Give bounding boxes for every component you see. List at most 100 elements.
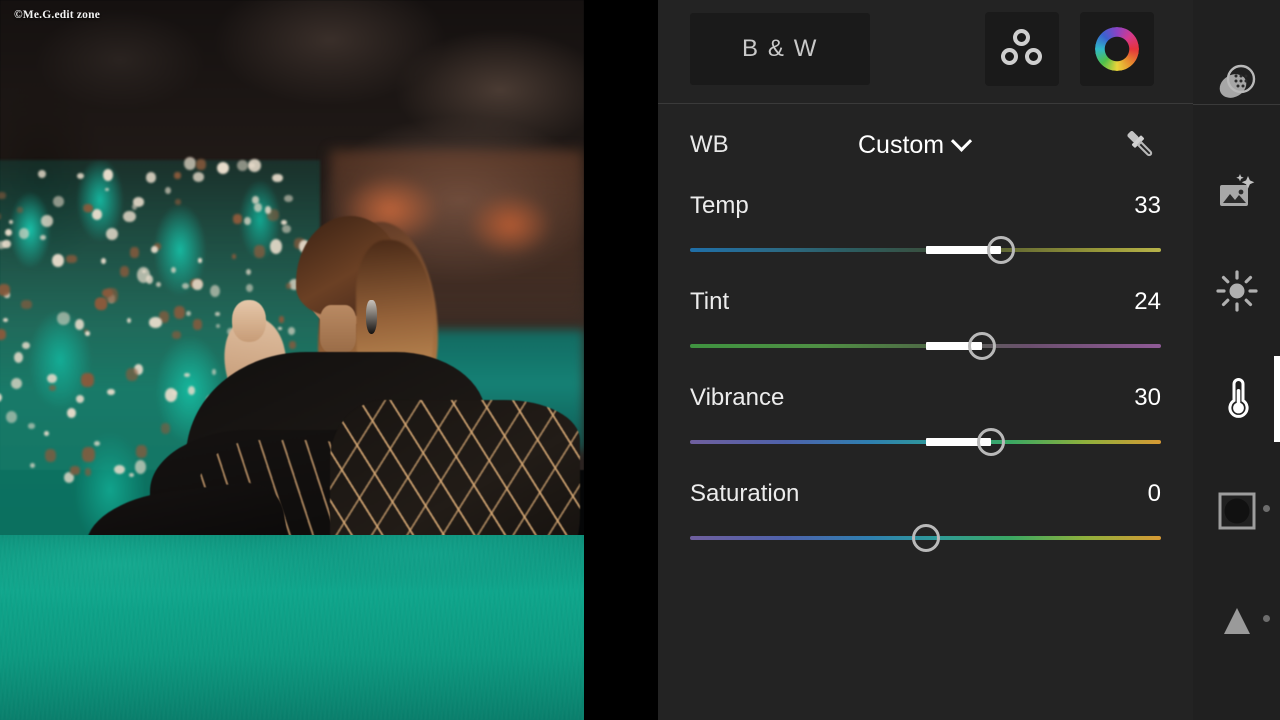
photo-dried-bud: [193, 319, 203, 330]
photo-flower-bud: [0, 241, 7, 250]
photo-flower-bud: [128, 472, 135, 478]
photo-flower-bud: [93, 440, 100, 446]
presets-circle-left: [1001, 48, 1018, 65]
slider-knob[interactable]: [986, 236, 1015, 264]
slider-saturation: Saturation 0: [690, 474, 1161, 570]
photo-dried-bud: [278, 316, 285, 323]
photo-flower-bud: [75, 394, 84, 403]
photo-dried-bud: [81, 373, 94, 388]
photo-flower-bud: [52, 253, 64, 267]
photo-dried-bud: [253, 245, 266, 258]
slider-knob[interactable]: [911, 524, 940, 552]
slider-track[interactable]: [690, 428, 1161, 456]
photo-flower-bud: [91, 208, 103, 220]
slider-label: Saturation: [690, 480, 800, 507]
photo-flower-bud: [37, 169, 47, 179]
photo-dried-bud: [70, 466, 80, 475]
photo-flower-bud: [184, 372, 191, 377]
photo-dried-bud: [173, 305, 185, 319]
slider-track[interactable]: [690, 236, 1161, 264]
photo-flower-bud: [216, 162, 229, 175]
photo-flower-bud: [277, 326, 283, 331]
photo-dried-bud: [232, 214, 243, 224]
subject-hand: [232, 300, 266, 342]
photo-flower-bud: [211, 369, 216, 375]
slider-label: Temp: [690, 192, 749, 219]
photo-dried-bud: [174, 171, 181, 179]
slider-value: 24: [1134, 288, 1161, 315]
slider-knob[interactable]: [977, 428, 1006, 456]
subject-earring: [366, 300, 377, 334]
presets-circle-right: [1025, 48, 1042, 65]
slider-track[interactable]: [690, 524, 1161, 552]
photo-dried-bud: [289, 341, 296, 350]
photo-flower-bud: [6, 410, 17, 424]
slider-track[interactable]: [690, 332, 1161, 360]
photo-flower-bud: [103, 169, 114, 181]
photo-preview[interactable]: ©Me.G.edit zone: [0, 0, 584, 720]
photo-dried-bud: [286, 283, 292, 290]
slider-label: Vibrance: [690, 384, 785, 411]
slider-header: Tint 24: [690, 288, 1161, 316]
photo-flower-bud: [13, 351, 24, 364]
photo-flower-bud: [264, 206, 272, 214]
adjustment-sliders: Temp 33 Tint 24 Vibrance 30 Saturation 0: [690, 186, 1161, 570]
color-thermometer-icon[interactable]: [1193, 356, 1280, 442]
light-sun-icon[interactable]: [1193, 248, 1280, 334]
auto-enhance-icon[interactable]: [1193, 150, 1280, 236]
photo-dried-bud: [66, 254, 77, 263]
bw-button[interactable]: B & W: [690, 13, 870, 85]
photo-flower-bud: [30, 462, 36, 468]
presets-icon: [1000, 29, 1044, 69]
slider-header: Saturation 0: [690, 480, 1161, 508]
photo-flower-bud: [283, 194, 293, 203]
photo-flower-bud: [100, 258, 106, 264]
photo-flower-bud: [40, 215, 54, 227]
photo-dried-bud: [125, 367, 138, 382]
photo-dried-bud: [172, 330, 181, 340]
color-wheel-icon: [1095, 27, 1139, 71]
photo-dried-bud: [174, 199, 182, 206]
photo-flower-bud: [165, 387, 178, 402]
slider-header: Vibrance 30: [690, 384, 1161, 412]
presets-button[interactable]: [985, 12, 1059, 86]
photo-dried-bud: [82, 446, 95, 462]
photo-flower-bud: [192, 278, 203, 291]
photo-flower-bud: [155, 281, 161, 288]
photo-flower-bud: [146, 172, 157, 183]
photo-flower-bud: [282, 224, 292, 234]
photo-flower-bud: [0, 393, 2, 403]
photo-flower-bud: [150, 245, 158, 254]
photo-dried-bud: [84, 468, 91, 476]
presets-circle-top: [1013, 29, 1030, 46]
photo-flower-bud: [27, 423, 36, 430]
photo-flower-bud: [192, 172, 205, 182]
tool-rail: [1193, 0, 1280, 720]
photo-flower-bud: [11, 378, 23, 389]
wb-preset-dropdown[interactable]: Custom: [858, 130, 973, 160]
photo-dried-bud: [0, 212, 1, 221]
active-tab-indicator: [1274, 356, 1280, 442]
photo-flower-bud: [188, 386, 196, 396]
color-edit-panel: B & W WB Custom Temp 33 Tint 24 Vibrance…: [658, 0, 1193, 720]
photo-flower-bud: [181, 282, 190, 289]
slider-knob[interactable]: [968, 332, 997, 360]
slider-header: Temp 33: [690, 192, 1161, 220]
photo-flower-bud: [246, 268, 252, 275]
photo-dried-bud: [17, 207, 23, 213]
photo-dried-bud: [48, 385, 57, 392]
photo-flower-bud: [52, 195, 65, 207]
photo-dried-bud: [45, 449, 57, 463]
photo-flower-bud: [170, 266, 176, 273]
photo-dried-bud: [101, 288, 113, 298]
color-mix-button[interactable]: [1080, 12, 1154, 86]
photo-flower-bud: [132, 197, 145, 207]
eyedropper-icon[interactable]: [1121, 125, 1161, 165]
photo-flower-bud: [123, 210, 136, 223]
healing-patch-icon[interactable]: [1193, 40, 1280, 126]
photo-dried-bud: [83, 203, 92, 213]
photo-flower-bud: [114, 464, 125, 474]
photo-flower-bud: [287, 326, 296, 335]
photo-flower-bud: [47, 373, 57, 384]
photo-flower-bud: [183, 156, 196, 171]
